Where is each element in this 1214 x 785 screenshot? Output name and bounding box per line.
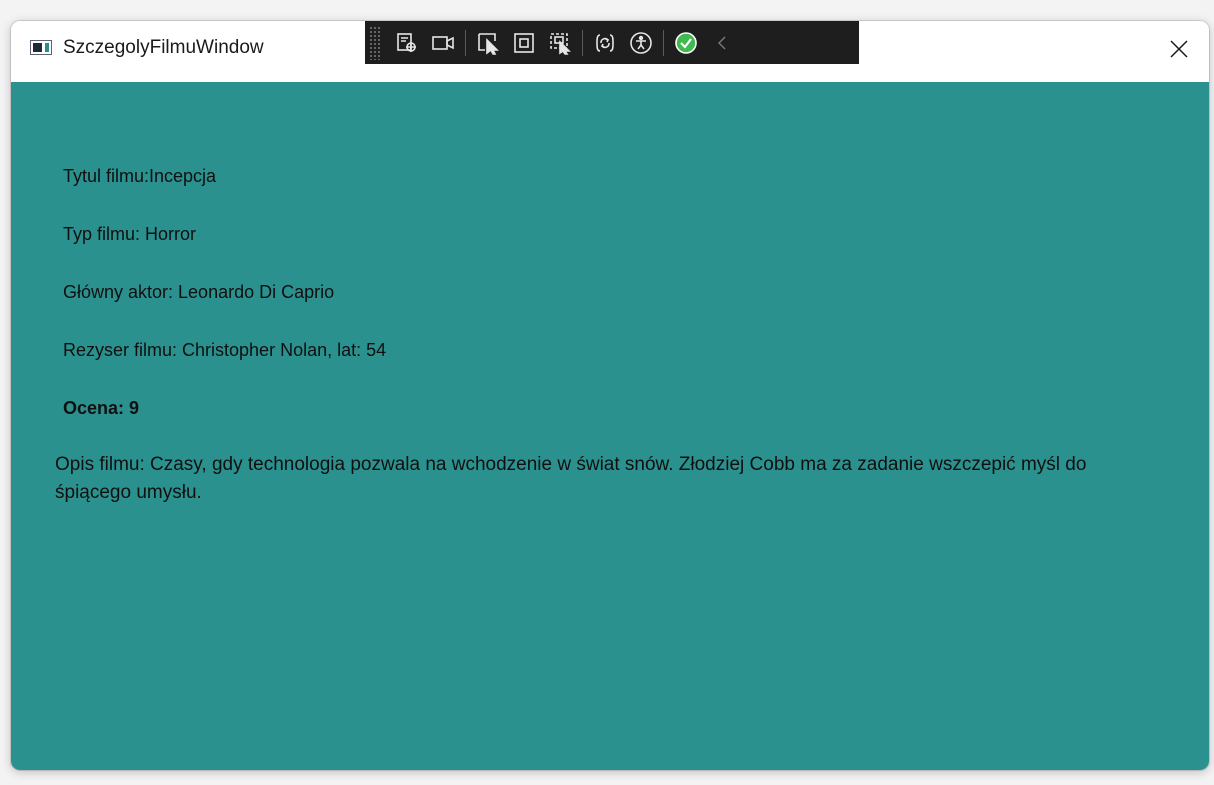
status-check-icon[interactable] [668,25,704,61]
accessibility-icon[interactable] [623,25,659,61]
toolbar-separator [663,29,664,56]
camera-icon[interactable] [425,25,461,61]
movie-description-text: Opis filmu: Czasy, gdy technologia pozwa… [55,454,1087,503]
rating-text: Ocena: 9 [63,398,140,418]
toolbar-separator [465,29,466,56]
select-element-icon[interactable] [470,25,506,61]
close-icon [1170,39,1188,58]
window-title: SzczegolyFilmuWindow [63,37,264,58]
toolbar-separator [582,29,583,56]
track-focused-element-icon[interactable] [542,25,578,61]
movie-title-text: Tytul filmu:Incepcja [63,166,217,186]
xaml-debug-toolbar [365,21,859,64]
app-icon [30,40,52,55]
movie-type-text: Typ filmu: Horror [63,224,197,244]
display-layout-adorners-icon[interactable] [506,25,542,61]
app-window: SzczegolyFilmuWindow Tytul filmu:Incepcj… [11,21,1209,770]
live-visual-tree-icon[interactable] [389,25,425,61]
main-actor-text: Główny aktor: Leonardo Di Caprio [63,282,335,302]
close-button[interactable] [1149,21,1209,76]
toolbar-grip[interactable] [369,25,381,60]
collapse-chevron-icon[interactable] [704,25,740,61]
director-text: Rezyser filmu: Christopher Nolan, lat: 5… [63,340,387,360]
title-bar[interactable]: SzczegolyFilmuWindow [11,21,1209,82]
movie-details-panel: Tytul filmu:Incepcja Typ filmu: Horror G… [11,82,1209,770]
hot-reload-icon[interactable] [587,25,623,61]
